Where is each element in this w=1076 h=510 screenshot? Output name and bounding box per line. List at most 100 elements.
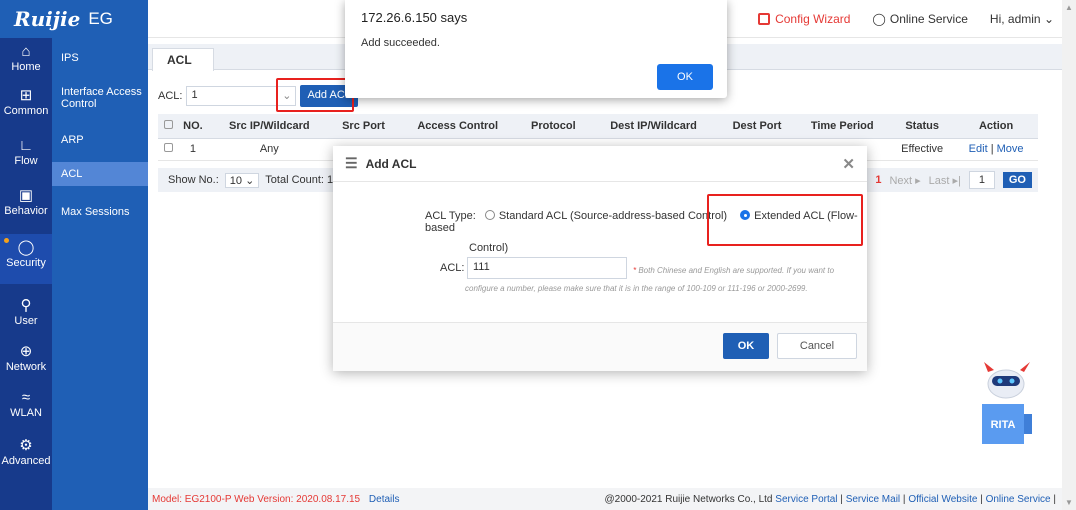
online-service-label: Online Service — [889, 12, 968, 26]
home-icon: ⌂ — [21, 43, 31, 60]
chevron-down-icon: ⌄ — [245, 174, 255, 187]
nav-security[interactable]: ◯ Security — [0, 234, 52, 284]
close-icon[interactable]: ✕ — [842, 155, 855, 173]
logo[interactable]: Ruijie EG — [0, 0, 148, 38]
row-checkbox[interactable] — [163, 143, 173, 152]
standard-acl-label: Standard ACL (Source-address-based Contr… — [498, 210, 728, 222]
col-access-control: Access Control — [396, 114, 520, 139]
footer-left: Model: EG2100-P Web Version: 2020.08.17.… — [152, 494, 399, 505]
hint-line-1: Both Chinese and English are supported. … — [638, 266, 835, 275]
gear-icon: ⚙ — [19, 437, 33, 454]
acl-name-input[interactable]: 111 — [467, 257, 627, 279]
pager-controls: 1 Next ▸ Last ▸| 1 GO — [875, 171, 1032, 189]
nav-common[interactable]: ⊞ Common — [0, 88, 52, 128]
sub-item-ips[interactable]: IPS — [52, 52, 148, 64]
sub-nav: IPS Interface Access Control ARP ACL Max… — [52, 38, 148, 510]
chevron-down-icon: ⌄ — [1043, 12, 1054, 26]
nav-home[interactable]: ⌂ Home — [0, 44, 52, 84]
network-icon: ⊕ — [19, 343, 33, 360]
per-page-select[interactable]: 10 ⌄ — [224, 172, 260, 188]
acl-select-value: 1 — [191, 89, 198, 101]
nav-advanced[interactable]: ⚙ Advanced — [0, 438, 52, 478]
next-label: Next — [889, 174, 913, 187]
hint-line-2: configure a number, please make sure tha… — [465, 284, 808, 293]
next-page-link[interactable]: Next ▸ — [889, 174, 920, 187]
tab-acl[interactable]: ACL — [152, 48, 214, 71]
dialog-title: Add ACL — [365, 156, 417, 171]
browser-alert: 172.26.6.150 says Add succeeded. OK — [345, 0, 727, 98]
sub-item-acl[interactable]: ACL — [52, 162, 148, 186]
sub-item-max-sessions[interactable]: Max Sessions — [52, 206, 148, 218]
acl-filter-label: ACL: — [158, 90, 183, 102]
wifi-icon: ≈ — [21, 389, 31, 406]
nav-user[interactable]: ⚲ User — [0, 298, 52, 338]
wizard-icon — [758, 13, 771, 25]
move-link[interactable]: Move — [997, 143, 1024, 155]
user-menu[interactable]: Hi, admin ⌄ — [990, 12, 1054, 26]
standard-acl-radio[interactable] — [484, 210, 495, 220]
cancel-button[interactable]: Cancel — [777, 333, 857, 359]
edit-link[interactable]: Edit — [969, 143, 988, 155]
nav-behavior[interactable]: ▣ Behavior — [0, 188, 52, 228]
copyright-text: @2000-2021 Ruijie Networks Co., Ltd — [604, 493, 773, 505]
col-time-period: Time Period — [794, 114, 891, 139]
page-scrollbar[interactable]: ▲ ▼ — [1062, 0, 1076, 510]
nav-wlan-label: WLAN — [10, 407, 42, 419]
alert-message: Add succeeded. — [361, 37, 440, 49]
nav-advanced-label: Advanced — [1, 455, 51, 467]
scroll-down-icon[interactable]: ▼ — [1065, 498, 1073, 507]
cell-no: 1 — [178, 138, 208, 161]
show-no-label: Show No.: — [168, 174, 219, 186]
highlight-box — [276, 78, 354, 112]
product-name: EG — [88, 9, 113, 28]
per-page-value: 10 — [229, 174, 242, 187]
table-header: NO. Src IP/Wildcard Src Port Access Cont… — [158, 114, 1038, 139]
select-all-checkbox[interactable] — [163, 119, 173, 129]
service-portal-link[interactable]: Service Portal — [775, 494, 837, 505]
col-dest-ip: Dest IP/Wildcard — [587, 114, 720, 139]
config-wizard-link[interactable]: Config Wizard — [758, 12, 850, 26]
cell-src-ip: Any — [207, 138, 331, 161]
rita-label: RITA — [991, 419, 1016, 431]
sub-item-interface-access-control[interactable]: Interface Access Control — [52, 86, 148, 110]
main-nav: ⌂ Home ⊞ Common ∟ Flow ▣ Behavior ◯ Secu… — [0, 38, 52, 510]
nav-network[interactable]: ⊕ Network — [0, 344, 52, 384]
add-acl-dialog: ☰ Add ACL ✕ ACL Type: Standard ACL (Sour… — [333, 146, 867, 371]
rita-mascot[interactable]: RITA — [980, 360, 1040, 450]
page-input[interactable]: 1 — [968, 171, 995, 189]
service-mail-link[interactable]: Service Mail — [846, 494, 900, 505]
sub-item-arp[interactable]: ARP — [52, 134, 148, 146]
last-page-link[interactable]: Last ▸| — [929, 174, 961, 187]
col-dest-port: Dest Port — [719, 114, 795, 139]
standard-acl-option[interactable]: Standard ACL (Source-address-based Contr… — [484, 210, 730, 222]
flow-icon: ∟ — [18, 137, 34, 154]
nav-user-label: User — [14, 315, 38, 327]
cell-status: Effective — [890, 138, 955, 161]
details-link[interactable]: Details — [369, 494, 400, 505]
behavior-icon: ▣ — [18, 187, 34, 204]
nav-behavior-label: Behavior — [4, 205, 48, 217]
alert-title: 172.26.6.150 says — [361, 10, 468, 25]
version-text: Web Version: 2020.08.17.15 — [234, 493, 361, 505]
nav-flow[interactable]: ∟ Flow — [0, 138, 52, 178]
scroll-up-icon[interactable]: ▲ — [1065, 3, 1073, 12]
ok-button[interactable]: OK — [723, 333, 769, 359]
alert-ok-button[interactable]: OK — [657, 64, 713, 90]
nav-security-label: Security — [6, 257, 46, 269]
go-button[interactable]: GO — [1002, 172, 1032, 188]
nav-home-label: Home — [11, 61, 41, 73]
online-service-link[interactable]: ◯ Online Service — [872, 12, 967, 26]
notification-dot — [4, 238, 9, 243]
headset-icon: ◯ — [872, 12, 886, 26]
col-status: Status — [890, 114, 955, 139]
online-service-footer-link[interactable]: Online Service — [986, 494, 1051, 505]
highlight-box-extended — [707, 194, 863, 246]
nav-wlan[interactable]: ≈ WLAN — [0, 390, 52, 430]
col-src-port: Src Port — [330, 114, 397, 139]
official-website-link[interactable]: Official Website — [908, 494, 977, 505]
common-icon: ⊞ — [19, 87, 33, 104]
nav-network-label: Network — [5, 361, 47, 373]
nav-common-label: Common — [3, 105, 49, 117]
user-icon: ⚲ — [20, 297, 32, 314]
user-label: Hi, admin — [989, 12, 1041, 26]
